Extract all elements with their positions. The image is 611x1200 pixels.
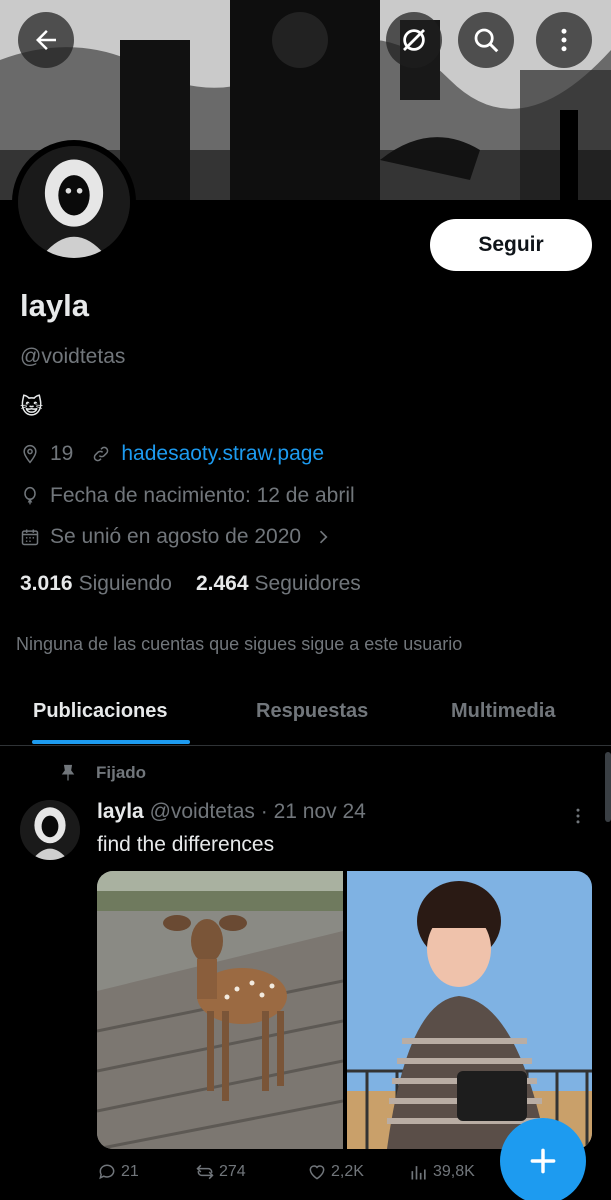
tab-publicaciones[interactable]: Publicaciones xyxy=(33,700,168,723)
profile-meta-location-website: 19 hadesaoty.straw.page xyxy=(20,442,324,466)
reply-icon xyxy=(99,1164,115,1180)
search-icon xyxy=(474,28,499,53)
post-text: find the differences xyxy=(97,833,275,856)
profile-meta-joined[interactable]: Se unió en agosto de 2020 xyxy=(20,525,333,549)
post-actions: 21 274 2,2K 39,8K xyxy=(97,1162,497,1188)
following-label: Siguiendo xyxy=(78,572,172,595)
chevron-right-icon xyxy=(319,530,328,544)
views-chart-icon xyxy=(411,1166,426,1180)
birthday-text: Fecha de nacimiento: 12 de abril xyxy=(50,484,355,507)
pin-icon xyxy=(61,764,75,781)
followers-stat[interactable]: 2.464 Seguidores xyxy=(196,572,361,596)
more-vertical-icon xyxy=(561,28,567,52)
pinned-label: Fijado xyxy=(96,763,147,782)
profile-handle: @voidtetas xyxy=(20,345,126,368)
back-arrow-icon xyxy=(36,30,56,50)
plus-icon xyxy=(530,1148,556,1174)
joined-text: Se unió en agosto de 2020 xyxy=(50,525,302,548)
post-more-button[interactable] xyxy=(566,802,590,830)
active-tab-indicator xyxy=(32,740,190,744)
followers-label: Seguidores xyxy=(254,572,361,595)
avatar-image xyxy=(18,146,130,258)
post-header: layla @voidtetas · 21 nov 24 xyxy=(97,800,366,824)
post-date[interactable]: · 21 nov 24 xyxy=(261,800,366,823)
location-text: 19 xyxy=(50,442,74,465)
pinned-indicator: Fijado xyxy=(58,763,146,783)
like-count: 2,2K xyxy=(331,1163,364,1180)
followers-count: 2.464 xyxy=(195,572,249,595)
girl-photo xyxy=(347,871,592,1149)
calendar-icon xyxy=(21,529,39,546)
post-media-deer[interactable] xyxy=(97,871,343,1149)
post-avatar-image xyxy=(20,800,80,860)
link-icon xyxy=(94,446,109,462)
post-media-girl[interactable] xyxy=(347,871,592,1149)
tab-respuestas[interactable]: Respuestas xyxy=(256,700,368,723)
deer-photo xyxy=(97,871,343,1149)
views-count: 39,8K xyxy=(433,1163,475,1180)
like-action[interactable]: 2,2K xyxy=(307,1162,364,1182)
search-button[interactable] xyxy=(458,12,514,68)
views-action[interactable]: 39,8K xyxy=(409,1162,475,1182)
heart-icon xyxy=(309,1165,325,1180)
scrollbar[interactable] xyxy=(605,752,611,822)
reply-count: 21 xyxy=(121,1163,139,1180)
compose-post-button[interactable] xyxy=(500,1118,586,1200)
repost-count: 274 xyxy=(219,1163,246,1180)
grok-icon xyxy=(403,29,425,51)
profile-name: layla xyxy=(20,288,89,323)
profile-meta-birthday: Fecha de nacimiento: 12 de abril xyxy=(20,484,355,508)
following-count: 3.016 xyxy=(20,572,73,595)
tab-multimedia[interactable]: Multimedia xyxy=(451,700,555,723)
profile-tabs: Publicaciones Respuestas Multimedia xyxy=(0,680,611,746)
mutuals-notice: Ninguna de las cuentas que sigues sigue … xyxy=(16,634,463,654)
following-stat[interactable]: 3.016 Siguiendo xyxy=(20,572,172,596)
website-link[interactable]: hadesaoty.straw.page xyxy=(121,442,324,466)
post-author-avatar[interactable] xyxy=(20,800,80,860)
back-button[interactable] xyxy=(18,12,74,68)
more-vertical-icon xyxy=(576,808,580,824)
grok-button[interactable] xyxy=(386,12,442,68)
profile-stats: 3.016 Siguiendo 2.464 Seguidores xyxy=(20,572,361,596)
repost-icon xyxy=(196,1164,214,1180)
profile-avatar[interactable] xyxy=(12,140,136,264)
profile-bio: 😺 xyxy=(20,394,43,419)
follow-button[interactable]: Seguir xyxy=(430,219,592,271)
location-pin-icon xyxy=(23,444,37,464)
post-author-handle[interactable]: @voidtetas xyxy=(150,800,255,823)
reply-action[interactable]: 21 xyxy=(97,1162,139,1182)
post-author-name[interactable]: layla xyxy=(97,800,144,823)
repost-action[interactable]: 274 xyxy=(195,1162,246,1182)
balloon-icon xyxy=(24,486,36,505)
more-options-button[interactable] xyxy=(536,12,592,68)
